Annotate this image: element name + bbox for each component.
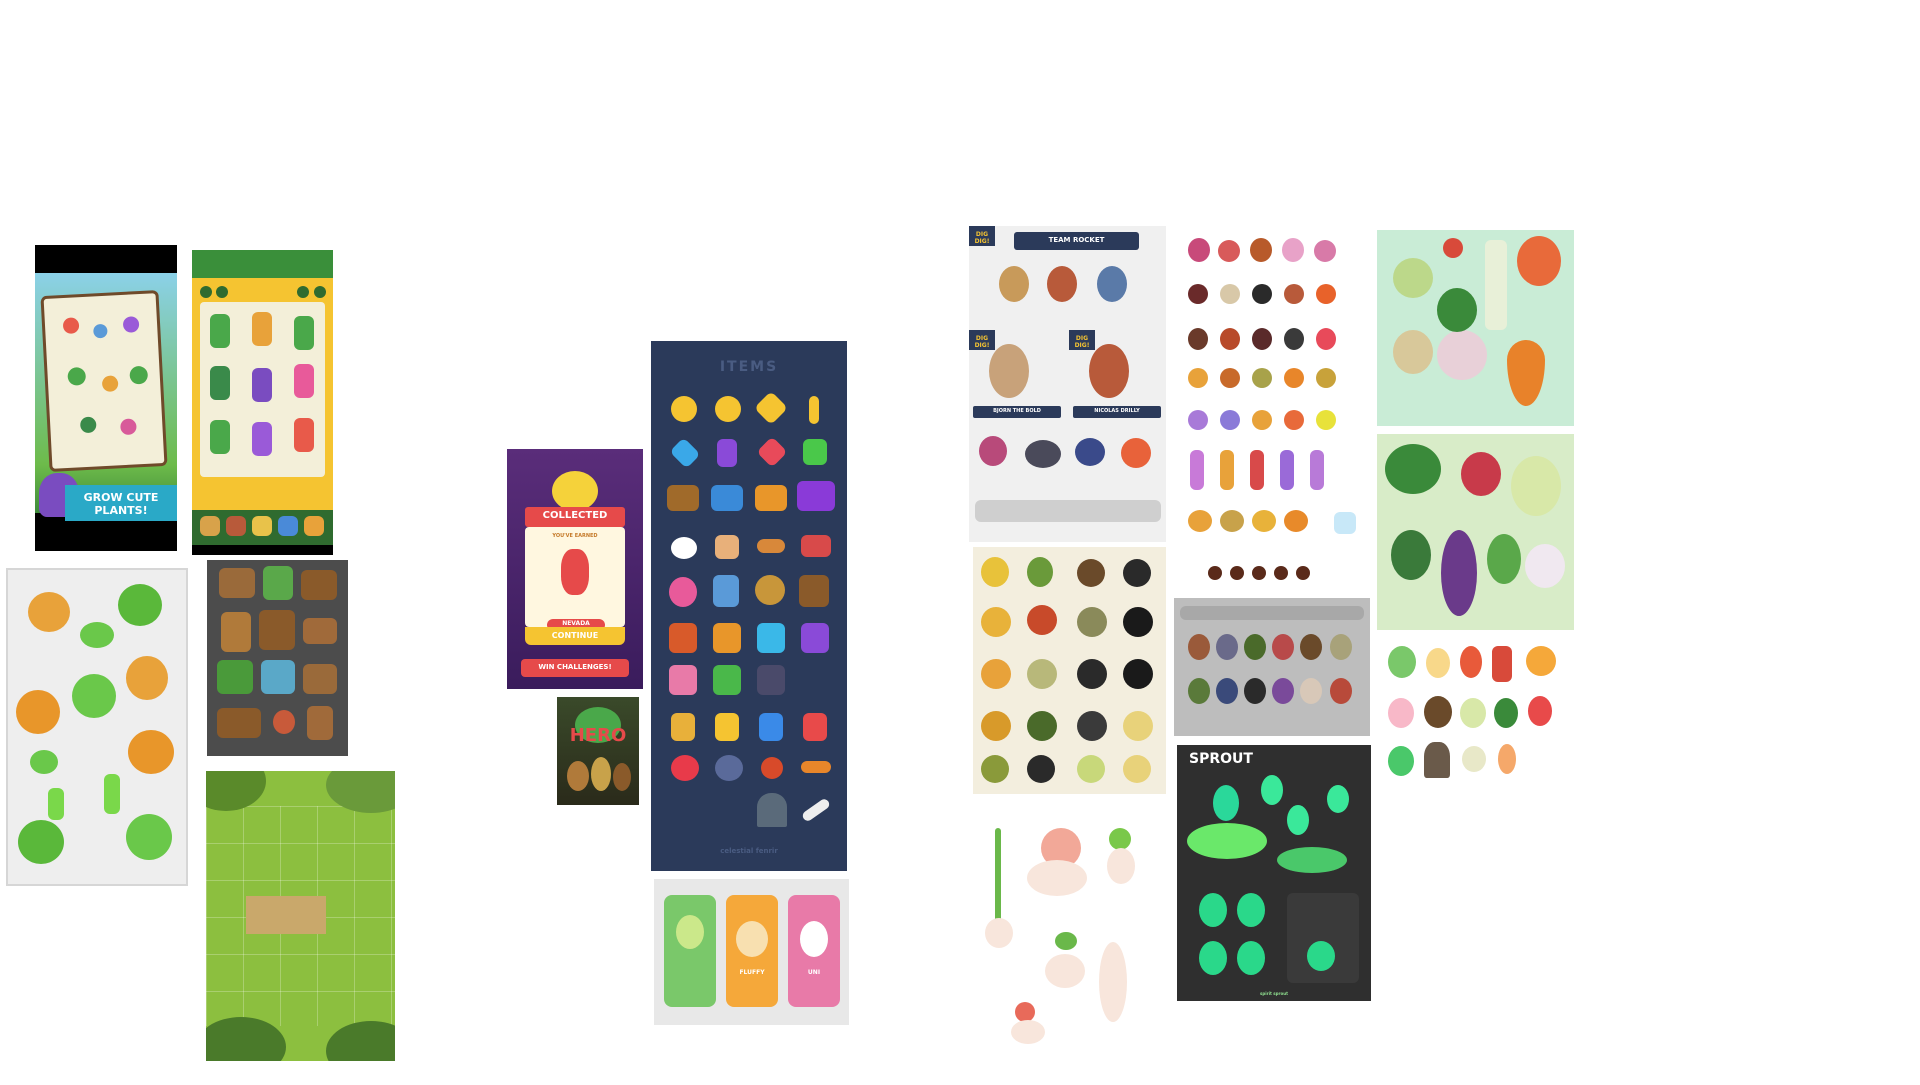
reward-panel: YOU'VE EARNED NEVADA [525,527,625,631]
character-caption: NICOLAS DRILLY [1073,406,1161,418]
items-credit: celestial fenrir [720,847,778,855]
phone-screen [192,250,333,545]
pet-name-fluffy: FLUFFY [739,969,765,976]
items-icon-sheet-image[interactable]: ITEMS celestial fenrir [651,341,847,871]
sprout-title: SPROUT [1189,751,1253,767]
character-caption: BJORN THE BOLD [973,406,1061,418]
mandrake-sprout-sketches-image[interactable] [975,808,1150,1058]
dig-dig-characters-image[interactable]: DIG DIG! TEAM ROCKET DIG DIG! DIG DIG! B… [969,226,1166,542]
earned-text: YOU'VE EARNED [552,533,598,539]
monster-lineup-image[interactable] [1174,598,1370,736]
monster-sticker-sheet-image[interactable] [973,547,1166,794]
pet-app-screens-image[interactable]: FLUFFY UNI [654,879,849,1025]
ribbon-text: COLLECTED [542,510,608,521]
hero-logo-text: HERO [569,725,627,746]
banner-text: GROW CUTE PLANTS! [83,491,159,517]
phone-screen [35,273,177,517]
garden-grid [200,302,325,477]
plant-character-lineup-image[interactable] [1380,640,1575,790]
grass-tile-map-image[interactable] [206,771,395,1061]
wooden-props-image[interactable] [207,560,348,756]
grow-cute-plants-phone-image[interactable]: GROW CUTE PLANTS! [35,245,177,551]
plant-board [40,290,168,472]
items-title: ITEMS [719,359,779,375]
vegetable-characters-image-1[interactable] [1377,230,1574,426]
pet-card-fluffy: FLUFFY [726,895,778,1007]
win-challenges-button[interactable]: WIN CHALLENGES! [521,659,629,677]
dig-dig-logo: DIG DIG! [969,330,995,350]
status-bar [192,250,333,278]
plant-game-phone-image[interactable] [192,250,333,555]
win-text: WIN CHALLENGES! [538,663,612,671]
bottom-dock [192,510,333,545]
vegetable-characters-image-2[interactable] [1377,434,1574,630]
pet-card-green [664,895,716,1007]
yellow-monster-icon [552,471,598,511]
badge-text: NEVADA [562,620,590,627]
dig-dig-logo: DIG DIG! [1069,330,1095,350]
promo-banner: GROW CUTE PLANTS! [65,485,177,521]
pet-card-uni: UNI [788,895,840,1007]
team-header: TEAM ROCKET [1014,232,1139,250]
dirt-path [246,896,326,934]
hero-game-thumbnail[interactable]: HERO [557,697,639,805]
dig-dig-logo: DIG DIG! [969,226,995,246]
pet-name-uni: UNI [807,969,821,976]
lowpoly-trees-image[interactable] [6,568,188,886]
continue-text: CONTINUE [551,631,599,640]
continue-button[interactable]: CONTINUE [525,627,625,645]
sprout-credit: spirit sprout [1260,991,1288,996]
critter-sprite-sheet-image[interactable] [1180,228,1370,590]
collected-popup-image[interactable]: COLLECTED YOU'VE EARNED NEVADA CONTINUE … [507,449,643,689]
red-monster-icon [561,549,589,595]
collected-ribbon: COLLECTED [525,507,625,527]
sprout-creature-sheet-image[interactable]: SPROUT spirit sprout [1177,745,1371,1001]
